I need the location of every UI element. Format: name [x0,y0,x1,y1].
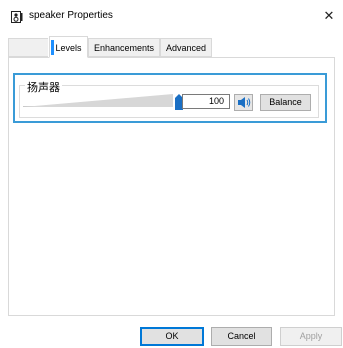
tab-enhancements[interactable]: Enhancements [88,38,160,57]
volume-slider-fill [23,94,173,107]
speaker-device-icon [11,11,23,23]
volume-value-field[interactable]: 100 [182,94,230,109]
tab-focus-indicator [51,40,54,55]
volume-slider[interactable] [23,92,173,108]
speaker-mute-toggle-icon [238,97,251,108]
apply-button[interactable]: Apply [280,327,342,346]
tab-levels[interactable]: Levels [49,36,88,58]
tab-advanced[interactable]: Advanced [160,38,212,57]
ok-button[interactable]: OK [140,327,204,346]
close-button[interactable]: ✕ [318,5,340,27]
balance-button[interactable]: Balance [260,94,311,111]
close-icon: ✕ [323,8,335,23]
title-bar: speaker Properties ✕ [0,0,343,32]
window-title: speaker Properties [29,10,113,21]
tab-strip-blank [8,38,48,57]
speaker-mute-button[interactable] [234,94,253,111]
cancel-button[interactable]: Cancel [211,327,272,346]
